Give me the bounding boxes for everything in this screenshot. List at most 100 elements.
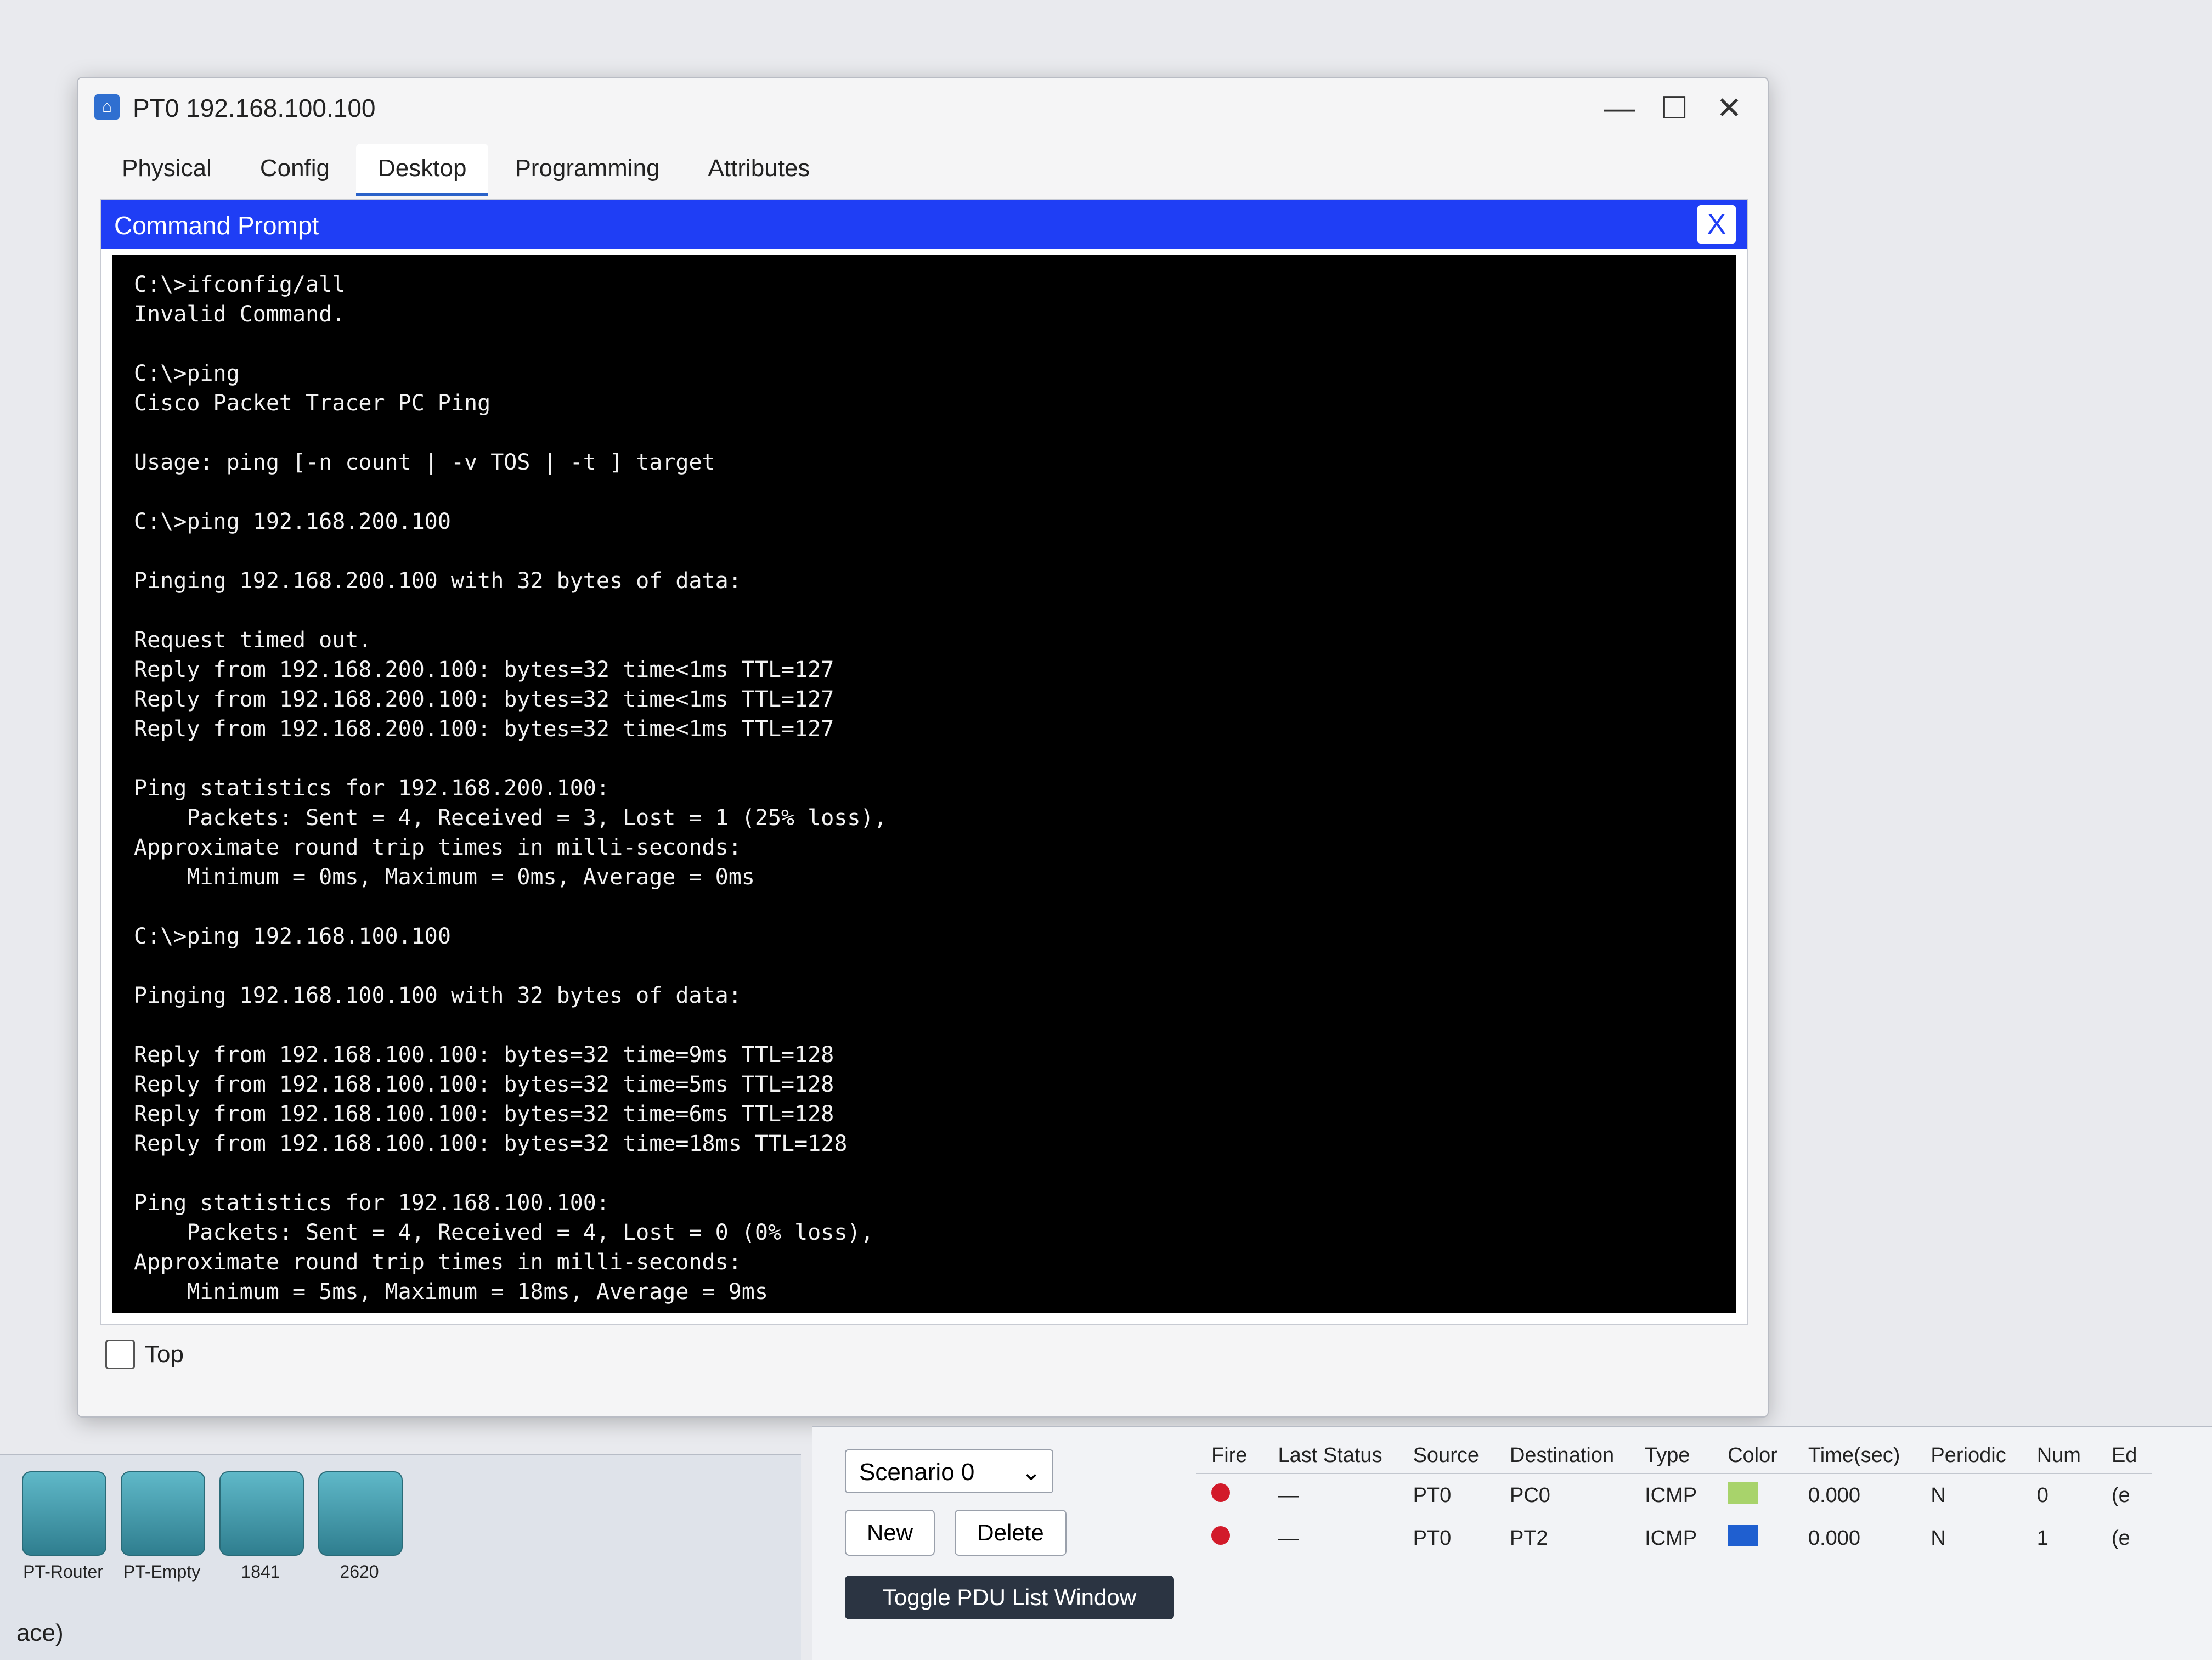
command-prompt-panel: Command Prompt X C:\>ifconfig/all Invalid… bbox=[100, 199, 1748, 1325]
terminal-line: Approximate round trip times in milli-se… bbox=[134, 1250, 742, 1275]
terminal-line: Usage: ping [-n count | -v TOS | -t ] ta… bbox=[134, 450, 715, 475]
command-prompt-header: Command Prompt X bbox=[101, 200, 1747, 249]
toggle-pdu-list-button[interactable]: Toggle PDU List Window bbox=[845, 1576, 1174, 1619]
close-button[interactable]: ✕ bbox=[1707, 89, 1751, 127]
pdu-cell-time: 0.000 bbox=[1808, 1483, 1861, 1507]
device-label: 2620 bbox=[340, 1562, 379, 1582]
pdu-cell-num: 1 bbox=[2036, 1526, 2049, 1550]
maximize-button[interactable]: ☐ bbox=[1652, 89, 1696, 127]
pdu-cell-source: PT0 bbox=[1413, 1483, 1452, 1507]
top-checkbox[interactable] bbox=[105, 1340, 135, 1369]
terminal-output[interactable]: C:\>ifconfig/all Invalid Command. C:\>ping… bbox=[112, 255, 1736, 1313]
terminal-line: Reply from 192.168.100.100: bytes=32 tim… bbox=[134, 1042, 834, 1068]
pdu-row[interactable]: — PT0 PC0 ICMP 0.000 N 0 (e bbox=[1196, 1473, 2152, 1517]
terminal-line: Reply from 192.168.100.100: bytes=32 tim… bbox=[134, 1131, 848, 1156]
device-label: PT-Router bbox=[23, 1562, 103, 1582]
terminal-line: Pinging 192.168.100.100 with 32 bytes of… bbox=[134, 983, 742, 1008]
terminal-line: Reply from 192.168.100.100: bytes=32 tim… bbox=[134, 1072, 834, 1097]
tab-desktop[interactable]: Desktop bbox=[356, 144, 489, 196]
pdu-table: Fire Last Status Source Destination Type… bbox=[1196, 1438, 2153, 1560]
terminal-line: Request timed out. bbox=[134, 628, 372, 653]
new-scenario-button[interactable]: New bbox=[845, 1510, 935, 1556]
terminal-line: C:\>ping 192.168.100.100 bbox=[134, 924, 451, 949]
command-prompt-close-button[interactable]: X bbox=[1697, 205, 1736, 244]
router-1841-icon[interactable] bbox=[219, 1471, 304, 1556]
device-label: PT-Empty bbox=[123, 1562, 201, 1582]
device-tabs: Physical Config Desktop Programming Attr… bbox=[100, 144, 832, 196]
column-header: Last Status bbox=[1262, 1438, 1398, 1474]
pdu-cell-color bbox=[1712, 1473, 1793, 1517]
column-header: Destination bbox=[1494, 1438, 1630, 1474]
delete-scenario-button[interactable]: Delete bbox=[955, 1510, 1066, 1556]
terminal-line: Pinging 192.168.200.100 with 32 bytes of… bbox=[134, 568, 742, 594]
device-window: ⌂ PT0 192.168.100.100 — ☐ ✕ Physical Con… bbox=[77, 77, 1769, 1418]
pdu-color-swatch bbox=[1728, 1525, 1759, 1546]
workspace-label: ace) bbox=[16, 1619, 64, 1646]
scenario-select[interactable]: Scenario 0 ⌄ bbox=[845, 1449, 1053, 1493]
pdu-cell-type: ICMP bbox=[1645, 1526, 1697, 1550]
terminal-line: Reply from 192.168.200.100: bytes=32 tim… bbox=[134, 716, 834, 742]
pdu-cell-periodic: N bbox=[1931, 1483, 1946, 1507]
pdu-table-header: Fire Last Status Source Destination Type… bbox=[1196, 1438, 2153, 1474]
pt-empty-router-icon[interactable] bbox=[121, 1471, 205, 1556]
column-header: Type bbox=[1629, 1438, 1713, 1474]
pdu-cell-edit[interactable]: (e bbox=[2096, 1517, 2152, 1560]
pt-router-icon[interactable] bbox=[22, 1471, 106, 1556]
column-header: Fire bbox=[1196, 1438, 1263, 1474]
title-bar: ⌂ PT0 192.168.100.100 — ☐ ✕ bbox=[78, 78, 1768, 138]
top-checkbox-label: Top bbox=[145, 1341, 184, 1368]
scenario-value: Scenario 0 bbox=[859, 1459, 975, 1486]
column-header: Ed bbox=[2096, 1438, 2153, 1474]
terminal-line: C:\>ifconfig/all bbox=[134, 272, 346, 297]
packet-tracer-pc-icon: ⌂ bbox=[94, 94, 120, 120]
minimize-button[interactable]: — bbox=[1598, 89, 1641, 127]
terminal-line: Minimum = 0ms, Maximum = 0ms, Average = … bbox=[134, 865, 755, 890]
terminal-line: Reply from 192.168.200.100: bytes=32 tim… bbox=[134, 687, 834, 712]
pdu-cell-color bbox=[1712, 1517, 1793, 1560]
pdu-cell-source: PT0 bbox=[1413, 1526, 1452, 1550]
router-2620-icon[interactable] bbox=[318, 1471, 403, 1556]
device-label: 1841 bbox=[241, 1562, 280, 1582]
tab-attributes[interactable]: Attributes bbox=[686, 144, 832, 193]
tab-programming[interactable]: Programming bbox=[493, 144, 681, 193]
pdu-row[interactable]: — PT0 PT2 ICMP 0.000 N 1 (e bbox=[1196, 1517, 2152, 1560]
pdu-cell-destination: PT2 bbox=[1509, 1526, 1548, 1550]
pdu-cell-time: 0.000 bbox=[1808, 1526, 1861, 1550]
pdu-cell-edit[interactable]: (e bbox=[2096, 1473, 2152, 1517]
terminal-line: Ping statistics for 192.168.100.100: bbox=[134, 1190, 610, 1216]
terminal-line: Approximate round trip times in milli-se… bbox=[134, 835, 742, 860]
window-title: PT0 192.168.100.100 bbox=[133, 94, 376, 122]
terminal-line: Ping statistics for 192.168.200.100: bbox=[134, 776, 610, 801]
terminal-line: Reply from 192.168.100.100: bytes=32 tim… bbox=[134, 1102, 834, 1127]
terminal-line: Reply from 192.168.200.100: bytes=32 tim… bbox=[134, 657, 834, 682]
terminal-line: C:\>ping bbox=[134, 361, 240, 386]
tab-config[interactable]: Config bbox=[238, 144, 352, 193]
device-palette: PT-Router PT-Empty 1841 2620 ace) bbox=[0, 1454, 801, 1660]
pdu-cell-fire[interactable] bbox=[1196, 1473, 1262, 1517]
terminal-line: Packets: Sent = 4, Received = 3, Lost = … bbox=[134, 805, 887, 831]
fire-status-icon[interactable] bbox=[1211, 1526, 1230, 1545]
pdu-cell-last-status: — bbox=[1278, 1526, 1299, 1550]
terminal-line: C:\>ping 192.168.200.100 bbox=[134, 509, 451, 534]
column-header: Source bbox=[1397, 1438, 1494, 1474]
pdu-cell-num: 0 bbox=[2036, 1483, 2049, 1507]
fire-status-icon[interactable] bbox=[1211, 1483, 1230, 1502]
command-prompt-title: Command Prompt bbox=[114, 211, 319, 240]
column-header: Periodic bbox=[1915, 1438, 2022, 1474]
pdu-cell-fire[interactable] bbox=[1196, 1517, 1262, 1560]
column-header: Time(sec) bbox=[1792, 1438, 1916, 1474]
terminal-line: Packets: Sent = 4, Received = 4, Lost = … bbox=[134, 1220, 874, 1245]
pdu-cell-type: ICMP bbox=[1645, 1483, 1697, 1507]
simulation-panel: Scenario 0 ⌄ New Delete Toggle PDU List … bbox=[812, 1426, 2212, 1660]
tab-physical[interactable]: Physical bbox=[100, 144, 234, 193]
